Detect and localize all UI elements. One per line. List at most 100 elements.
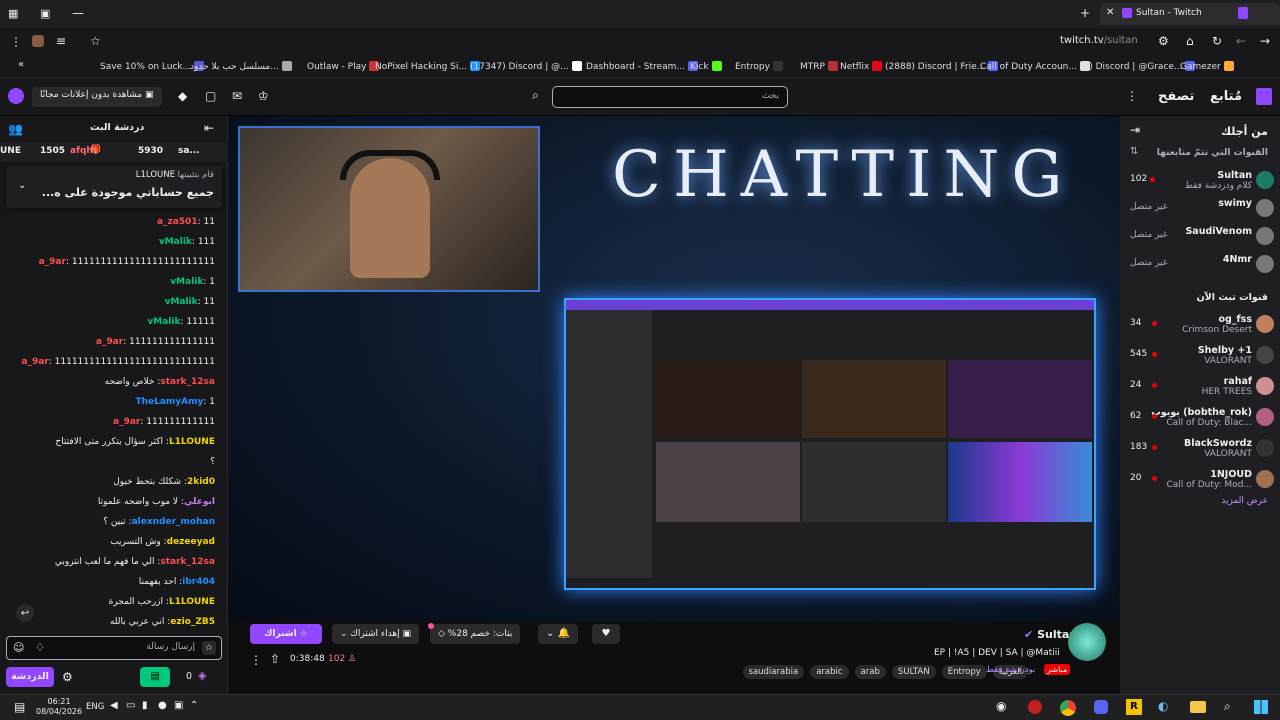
- crown-icon[interactable]: ♔: [258, 89, 269, 103]
- chat-username[interactable]: L1LOUNE: [169, 437, 215, 447]
- live-channel[interactable]: 1NJOUD Call of Duty: Mod... 20: [1120, 467, 1280, 495]
- chat-send-button[interactable]: الدردشة: [6, 667, 54, 687]
- search-icon[interactable]: ⌕: [532, 88, 539, 103]
- chat-message[interactable]: ؟: [210, 457, 215, 467]
- chat-username[interactable]: 2kid0: [187, 477, 215, 487]
- follow-heart-button[interactable]: ♥: [592, 624, 620, 644]
- clock[interactable]: 06:21 08/04/2026: [36, 697, 82, 717]
- steam-app-icon[interactable]: ◐: [1158, 699, 1168, 713]
- windows-start-icon[interactable]: [1254, 700, 1268, 714]
- followed-channel[interactable]: Sultan كلام ودردشة فقط 102: [1120, 168, 1280, 196]
- chat-message[interactable]: ezio_ZB5: اني عربي بالله: [110, 617, 215, 627]
- bookmark-item[interactable]: Call of Duty Accoun...: [980, 61, 1090, 72]
- chat-username[interactable]: stark_12sa: [160, 557, 215, 567]
- channel-points-claim-button[interactable]: ▤: [140, 667, 170, 687]
- chat-username[interactable]: alexnder_mohan: [132, 517, 215, 527]
- chat-username[interactable]: a_9ar: [96, 337, 123, 347]
- address-bar[interactable]: twitch.tv/sultan: [1060, 35, 1138, 46]
- speaker-icon[interactable]: ◀: [110, 700, 118, 711]
- chat-message[interactable]: L1LOUNE: اكثر سؤال يتكرر متى الافتتاح: [55, 437, 215, 447]
- followed-channel[interactable]: SaudiVenom غير متصل: [1120, 224, 1280, 252]
- chat-username[interactable]: stark_12sa: [160, 377, 215, 387]
- rockstar-app-icon[interactable]: R: [1126, 699, 1142, 715]
- chat-username[interactable]: L1LOUNE: [169, 597, 215, 607]
- stream-tag[interactable]: arab: [854, 665, 886, 679]
- notification-center-icon[interactable]: ▤: [14, 700, 25, 714]
- network-icon[interactable]: ▭: [126, 700, 135, 711]
- more-icon[interactable]: ⋮: [1126, 89, 1138, 103]
- channel-points-icon[interactable]: ◈: [198, 669, 206, 682]
- whispers-icon[interactable]: ✉: [232, 89, 242, 103]
- chat-message[interactable]: L1LOUNE: ازرحب المجرة: [109, 597, 215, 607]
- chat-message[interactable]: ابوعلي: لا موب واضحه علموتا: [98, 497, 215, 507]
- followed-channel[interactable]: 4Nmr غير متصل: [1120, 252, 1280, 280]
- bookmark-item[interactable]: Save 10% on Luck...: [100, 61, 205, 72]
- chat-username[interactable]: ezio_ZB5: [170, 617, 215, 627]
- chat-users-icon[interactable]: 👥: [8, 122, 23, 136]
- discord-app-icon[interactable]: [1094, 700, 1108, 714]
- chat-message[interactable]: a_9ar: 1111111111111111111111111111: [21, 357, 215, 367]
- chat-message[interactable]: alexnder_mohan: تبين ؟: [103, 517, 215, 527]
- bookmark-star-icon[interactable]: ☆: [90, 34, 101, 48]
- window-menu-icon[interactable]: ▦: [8, 7, 18, 20]
- chat-message[interactable]: dezeeyad: وش التسريب: [110, 537, 215, 547]
- diamond-icon[interactable]: ◆: [178, 89, 187, 103]
- battery-icon[interactable]: ▮: [142, 700, 148, 711]
- chat-username[interactable]: vMalik: [147, 317, 180, 327]
- file-explorer-icon[interactable]: [1190, 701, 1206, 713]
- tab-sultan[interactable]: ✕ Sultan - Twitch: [1100, 3, 1280, 25]
- collapse-sidebar-icon[interactable]: ⇥: [1130, 123, 1140, 137]
- bookmark-item[interactable]: مسلسل حب بلا حدود...: [190, 61, 292, 72]
- bookmark-item[interactable]: NoPixel Hacking Si...: [375, 61, 480, 72]
- chat-username[interactable]: ابوعلي: [184, 497, 215, 507]
- chat-message[interactable]: stark_12sa: خلاص واضحه: [105, 377, 215, 387]
- stream-tag[interactable]: arabic: [810, 665, 849, 679]
- bookmark-item[interactable]: Kick: [690, 61, 722, 72]
- window-icon[interactable]: ▣: [40, 7, 50, 20]
- chat-message[interactable]: a_9ar: 111111111111111: [96, 337, 215, 347]
- bits-discount-button[interactable]: بتات: خصم 28% ◇: [430, 624, 521, 644]
- mic-icon[interactable]: ●: [158, 700, 167, 711]
- bookmarks-overflow-icon[interactable]: «: [18, 59, 24, 70]
- more-options-icon[interactable]: ⋮: [250, 653, 262, 667]
- show-more-link[interactable]: عرض المزيد: [1221, 496, 1268, 506]
- chat-settings-icon[interactable]: ⚙: [62, 670, 73, 684]
- tray-app-icon[interactable]: ▣: [174, 700, 183, 711]
- tune-icon[interactable]: ≡: [56, 34, 66, 48]
- notifications-icon[interactable]: ▢: [205, 89, 216, 103]
- emote-picker-icon[interactable]: ☺: [13, 641, 24, 654]
- stream-tag[interactable]: saudiarabia: [742, 665, 805, 679]
- leaderboard-bar[interactable]: UNE 1505 🎁 afqht 5930 sa...: [0, 142, 228, 162]
- collapse-chat-icon[interactable]: ⇤: [204, 121, 214, 135]
- share-icon[interactable]: ⇧: [270, 652, 280, 666]
- chat-username[interactable]: a_9ar: [113, 417, 140, 427]
- twitch-logo-icon[interactable]: [1256, 88, 1272, 105]
- live-channel[interactable]: rahaf HER TREES 24: [1120, 374, 1280, 402]
- chat-message[interactable]: vMalik: 1: [170, 277, 215, 287]
- expand-pinned-icon[interactable]: ⌄: [18, 180, 26, 191]
- subscribe-button[interactable]: اشتراك ☆: [250, 624, 322, 644]
- bookmark-item[interactable]: Gamezer: [1180, 61, 1234, 72]
- live-channel[interactable]: Shelby +1 VALORANT 545: [1120, 343, 1280, 371]
- chat-username[interactable]: a_9ar: [21, 357, 48, 367]
- search-input[interactable]: بحث: [552, 86, 788, 108]
- chat-username[interactable]: a_za501: [157, 217, 198, 227]
- bookmark-item[interactable]: (1) Discord | @Grace...: [1080, 61, 1196, 72]
- chat-message[interactable]: a_9ar: 1111111111111111111111111: [39, 257, 215, 267]
- chat-message[interactable]: vMalik: 111: [159, 237, 215, 247]
- record-app-icon[interactable]: [1028, 700, 1042, 714]
- live-channel[interactable]: og_fss Crimson Desert 34: [1120, 312, 1280, 340]
- obs-app-icon[interactable]: ◉: [996, 699, 1006, 713]
- chat-message[interactable]: a_za501: 11: [157, 217, 215, 227]
- chat-input[interactable]: ☺ ♢ إرسال رسالة ☆: [6, 636, 222, 660]
- chat-message[interactable]: TheLamyAmy: 1: [135, 397, 215, 407]
- pinned-message[interactable]: ⌄ قام بتثبيتها L1LOUNE جميع حساباتي موجو…: [6, 166, 222, 208]
- channel-avatar[interactable]: [1068, 623, 1106, 661]
- chat-message[interactable]: vMalik: 11: [165, 297, 215, 307]
- chat-username[interactable]: vMalik: [159, 237, 192, 247]
- chat-username[interactable]: a_9ar: [39, 257, 66, 267]
- minimize-icon[interactable]: —: [72, 6, 84, 20]
- chat-message[interactable]: vMalik: 11111: [147, 317, 215, 327]
- close-tab-icon[interactable]: ✕: [1106, 7, 1114, 18]
- following-link[interactable]: مُتابع: [1210, 89, 1242, 104]
